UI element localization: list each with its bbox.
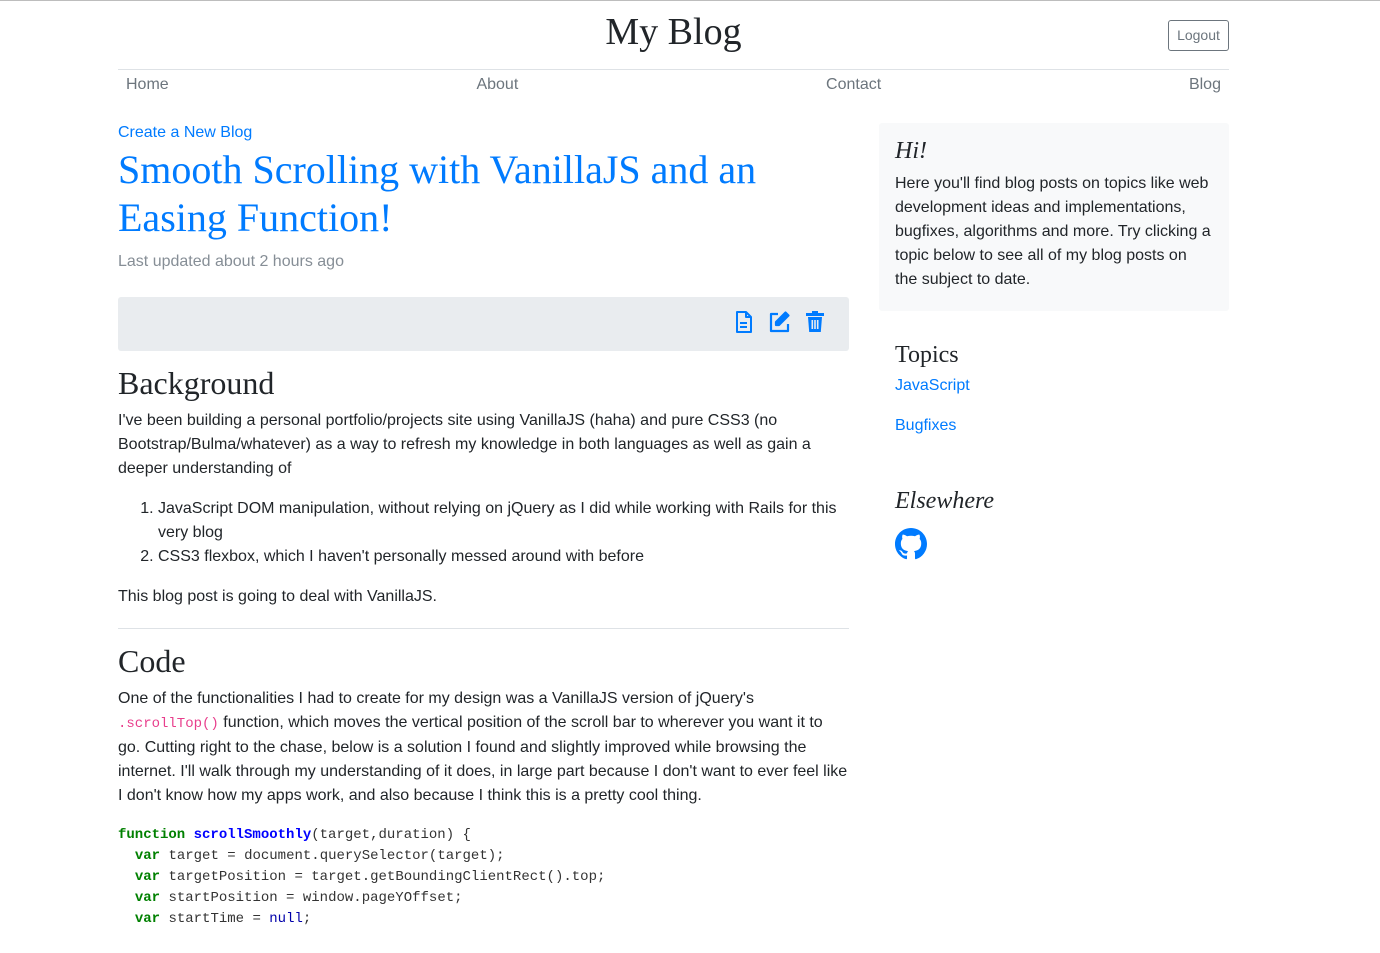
understanding-list: JavaScript DOM manipulation, without rel…	[118, 497, 849, 569]
about-title: Hi!	[895, 138, 927, 164]
code-line: var startTime = null;	[134, 911, 312, 927]
code-line: var startPosition = window.pageYOffset;	[134, 890, 463, 906]
main-nav: Home About Contact Blog	[118, 71, 1229, 101]
nav-home[interactable]: Home	[126, 71, 169, 101]
list-item: CSS3 flexbox, which I haven't personally…	[158, 545, 849, 569]
inline-code: .scrollTop()	[118, 716, 219, 732]
edit-icon[interactable]	[767, 310, 791, 334]
section-divider	[118, 628, 849, 629]
create-blog-link[interactable]: Create a New Blog	[118, 121, 849, 145]
post-title: Smooth Scrolling with VanillaJS and an E…	[118, 147, 757, 240]
code-line: var target = document.querySelector(targ…	[134, 848, 505, 864]
topics-section: Topics JavaScript Bugfixes	[879, 340, 1229, 438]
background-heading: Background	[118, 365, 275, 401]
post-toolbar	[118, 297, 849, 351]
post-meta: Last updated about 2 hours ago	[118, 253, 344, 270]
about-box: Hi! Here you'll find blog posts on topic…	[879, 123, 1229, 311]
nav-contact[interactable]: Contact	[826, 71, 881, 101]
topics-title: Topics	[895, 342, 959, 368]
code-line: var targetPosition = target.getBoundingC…	[134, 869, 606, 885]
site-header: My Blog Logout	[118, 1, 1229, 70]
elsewhere-title: Elsewhere	[895, 488, 995, 514]
sidebar: Hi! Here you'll find blog posts on topic…	[879, 123, 1229, 560]
code-heading: Code	[118, 643, 186, 679]
post-content: Create a New Blog Smooth Scrolling with …	[118, 121, 849, 953]
list-item: JavaScript DOM manipulation, without rel…	[158, 497, 849, 545]
trash-icon[interactable]	[803, 310, 827, 334]
topic-bugfixes[interactable]: Bugfixes	[895, 414, 1213, 438]
topic-javascript[interactable]: JavaScript	[895, 374, 1213, 398]
github-icon[interactable]	[895, 528, 927, 560]
code-block: function scrollSmoothly(target,duration)…	[118, 825, 849, 953]
logout-button[interactable]: Logout	[1168, 20, 1229, 51]
nav-about[interactable]: About	[476, 71, 518, 101]
code-paragraph: One of the functionalities I had to crea…	[118, 690, 848, 804]
code-line: function scrollSmoothly(target,duration)…	[118, 827, 471, 843]
deal-paragraph: This blog post is going to deal with Van…	[118, 588, 437, 605]
nav-blog[interactable]: Blog	[1189, 71, 1221, 101]
site-title: My Blog	[605, 11, 742, 53]
background-paragraph: I've been building a personal portfolio/…	[118, 412, 811, 477]
about-text: Here you'll find blog posts on topics li…	[895, 175, 1211, 288]
file-text-icon[interactable]	[731, 310, 755, 334]
elsewhere-section: Elsewhere	[879, 486, 1229, 560]
